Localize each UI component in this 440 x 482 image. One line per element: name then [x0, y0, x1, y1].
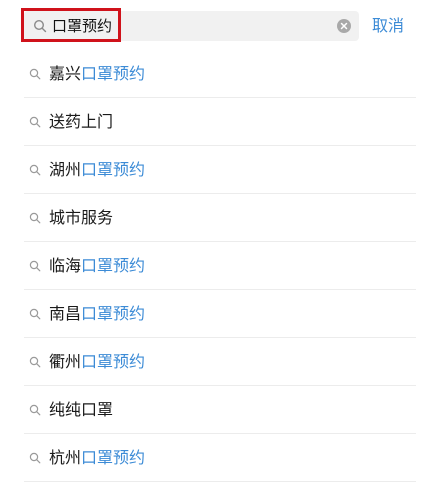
- suggestion-prefix: 城市服务: [49, 208, 114, 227]
- search-icon: [29, 260, 41, 272]
- search-query-highlight: [21, 8, 121, 42]
- search-icon: [29, 116, 41, 128]
- suggestion-match: 口罩预约: [81, 304, 146, 323]
- suggestion-match: 口罩预约: [81, 448, 146, 467]
- search-icon: [29, 212, 41, 224]
- search-icon: [29, 452, 41, 464]
- suggestion-prefix: 嘉兴: [49, 64, 82, 83]
- search-icon: [29, 68, 41, 80]
- suggestion-item[interactable]: 嘉兴口罩预约: [0, 50, 440, 98]
- suggestion-prefix: 送药上门: [49, 112, 114, 131]
- suggestion-item[interactable]: 城市服务: [0, 194, 440, 242]
- search-icon: [29, 308, 41, 320]
- suggestion-item[interactable]: 临海口罩预约: [0, 242, 440, 290]
- suggestion-prefix: 湖州: [49, 160, 82, 179]
- suggestion-list: 嘉兴口罩预约 送药上门 湖州口罩预约 城市服务 临海口罩预约 南昌口罩预约 衢州口罩预约 纯纯…: [0, 50, 440, 482]
- search-bar: 口罩预约 取消: [0, 0, 440, 52]
- search-icon: [29, 404, 41, 416]
- search-icon: [29, 164, 41, 176]
- suggestion-item[interactable]: 送药上门: [0, 98, 440, 146]
- suggestion-text: 送药上门: [49, 111, 113, 133]
- suggestion-text: 衢州口罩预约: [49, 351, 145, 373]
- suggestion-text: 临海口罩预约: [49, 255, 145, 277]
- suggestion-prefix: 临海: [49, 256, 82, 275]
- suggestion-prefix: 纯纯口罩: [49, 400, 114, 419]
- suggestion-match: 口罩预约: [81, 64, 146, 83]
- suggestion-match: 口罩预约: [81, 160, 146, 179]
- suggestion-text: 城市服务: [49, 207, 113, 229]
- suggestion-match: 口罩预约: [81, 256, 146, 275]
- suggestion-item[interactable]: 杭州口罩预约: [0, 434, 440, 482]
- suggestion-match: 口罩预约: [81, 352, 146, 371]
- clear-icon[interactable]: [337, 19, 351, 33]
- suggestion-text: 南昌口罩预约: [49, 303, 145, 325]
- suggestion-text: 嘉兴口罩预约: [49, 63, 145, 85]
- suggestion-item[interactable]: 纯纯口罩: [0, 386, 440, 434]
- suggestion-prefix: 衢州: [49, 352, 82, 371]
- suggestion-text: 杭州口罩预约: [49, 447, 145, 469]
- suggestion-item[interactable]: 南昌口罩预约: [0, 290, 440, 338]
- suggestion-text: 湖州口罩预约: [49, 159, 145, 181]
- suggestion-prefix: 杭州: [49, 448, 82, 467]
- cancel-button[interactable]: 取消: [372, 14, 404, 38]
- suggestion-text: 纯纯口罩: [49, 399, 113, 421]
- search-icon: [29, 356, 41, 368]
- suggestion-prefix: 南昌: [49, 304, 82, 323]
- suggestion-item[interactable]: 湖州口罩预约: [0, 146, 440, 194]
- suggestion-item[interactable]: 衢州口罩预约: [0, 338, 440, 386]
